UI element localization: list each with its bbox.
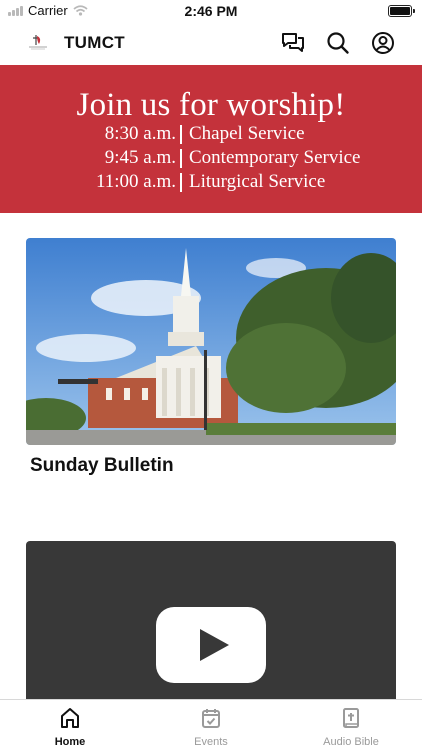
service-row: 8:30 a.m. Chapel Service: [0, 123, 422, 145]
tab-events[interactable]: Events: [161, 706, 261, 748]
divider: [180, 125, 182, 144]
service-name: Liturgical Service: [189, 171, 326, 192]
service-row: 9:45 a.m. Contemporary Service: [0, 147, 422, 169]
church-logo-icon: [29, 35, 47, 50]
service-time: 8:30 a.m.: [104, 123, 176, 144]
status-bar: Carrier 2:46 PM: [0, 0, 422, 22]
sunday-bulletin-title[interactable]: Sunday Bulletin: [30, 455, 174, 477]
video-play-button[interactable]: [156, 607, 266, 683]
bottom-tab-bar: Home Events Audio Bible: [0, 699, 422, 751]
sunday-bulletin-card-image[interactable]: [26, 238, 396, 445]
profile-icon[interactable]: [370, 30, 396, 56]
video-card[interactable]: [26, 541, 396, 701]
divider: [180, 173, 182, 192]
service-time: 11:00 a.m.: [95, 171, 176, 192]
app-title: TUMCT: [64, 33, 125, 52]
tab-audio-bible[interactable]: Audio Bible: [301, 706, 401, 748]
search-icon[interactable]: [325, 30, 351, 56]
divider: [180, 149, 182, 168]
tab-home[interactable]: Home: [20, 706, 120, 748]
church-photo: [26, 238, 396, 445]
tab-events-label: Events: [194, 736, 228, 748]
tab-home-label: Home: [54, 736, 86, 748]
bible-icon: [343, 708, 359, 728]
chat-icon[interactable]: [280, 30, 306, 56]
banner-headline: Join us for worship!: [76, 87, 346, 123]
app-header: TUMCT: [0, 22, 422, 65]
play-icon: [200, 629, 229, 661]
worship-banner[interactable]: Join us for worship! 8:30 a.m. Chapel Se…: [0, 65, 422, 213]
home-icon: [61, 708, 79, 728]
tab-audio-bible-label: Audio Bible: [323, 736, 379, 748]
calendar-icon: [202, 709, 220, 728]
service-name: Contemporary Service: [189, 147, 361, 168]
battery-icon: [388, 5, 415, 17]
service-row: 11:00 a.m. Liturgical Service: [0, 171, 422, 193]
status-time: 2:46 PM: [184, 3, 238, 19]
service-time: 9:45 a.m.: [104, 147, 176, 168]
service-name: Chapel Service: [189, 123, 305, 144]
